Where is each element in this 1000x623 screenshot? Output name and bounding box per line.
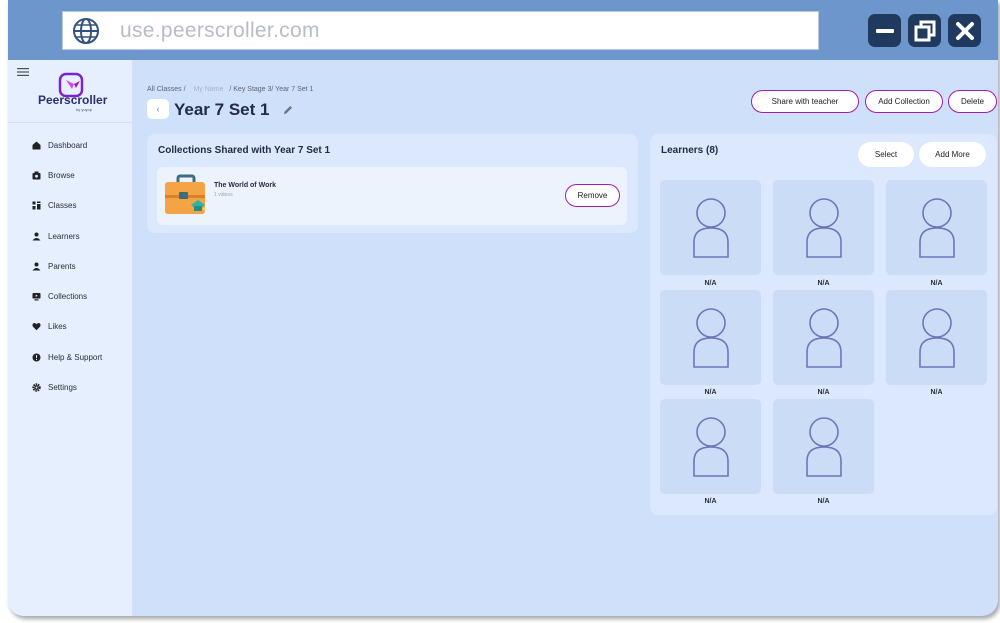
sidebar-item-label: Learners xyxy=(48,231,80,241)
breadcrumb-current: / Key Stage 3/ Year 7 Set 1 xyxy=(229,86,314,93)
learner-name: N/A xyxy=(817,498,830,505)
minimize-button[interactable] xyxy=(868,14,901,47)
person-icon xyxy=(805,307,842,368)
url-text: use.peerscroller.com xyxy=(120,18,320,42)
person-icon xyxy=(692,307,729,368)
restore-icon xyxy=(914,20,935,41)
learner-card[interactable] xyxy=(773,399,874,494)
address-bar[interactable]: use.peerscroller.com xyxy=(62,11,819,50)
learner-name: N/A xyxy=(930,389,943,396)
collection-name: The World of Work xyxy=(214,182,276,189)
heart-icon xyxy=(32,323,41,331)
briefcase-icon xyxy=(165,174,206,214)
learner-name: N/A xyxy=(817,389,830,396)
sidebar-item-label: Help & Support xyxy=(48,352,103,362)
learners-panel-title: Learners (8) xyxy=(661,145,719,156)
breadcrumb-all-classes[interactable]: All Classes / xyxy=(147,86,186,93)
minimize-icon xyxy=(875,28,894,33)
globe-icon xyxy=(73,17,99,44)
pencil-edit-icon[interactable] xyxy=(282,104,294,116)
sidebar-item-browse[interactable]: Browse xyxy=(32,160,102,190)
sidebar-divider xyxy=(8,122,133,123)
breadcrumb: All Classes / My Name / Key Stage 3/ Yea… xyxy=(147,86,313,93)
person-icon xyxy=(805,416,842,477)
learner-card[interactable] xyxy=(886,180,987,275)
classes-icon xyxy=(32,201,41,210)
sidebar: Peerscroller by yoyop Dashboard Browse C… xyxy=(8,60,133,616)
learner-card[interactable] xyxy=(660,180,761,275)
sidebar-item-learners[interactable]: Learners xyxy=(32,221,102,251)
person-icon xyxy=(918,307,955,368)
sidebar-item-label: Settings xyxy=(48,383,77,393)
brand-name: Peerscroller xyxy=(38,93,108,107)
learner-card[interactable] xyxy=(660,290,761,385)
person-icon xyxy=(692,416,729,477)
sidebar-nav: Dashboard Browse Classes Learners Parent… xyxy=(32,130,102,403)
chevron-left-icon: ‹ xyxy=(156,104,160,114)
browse-icon xyxy=(32,171,41,180)
collection-video-count: 1 videos xyxy=(214,192,233,198)
sidebar-item-parents[interactable]: Parents xyxy=(32,251,102,281)
browser-chrome: use.peerscroller.com xyxy=(8,0,998,60)
sidebar-item-label: Browse xyxy=(48,170,75,180)
close-button[interactable] xyxy=(948,14,981,47)
learner-name: N/A xyxy=(704,498,717,505)
home-icon xyxy=(32,141,41,150)
person-icon xyxy=(805,197,842,258)
restore-button[interactable] xyxy=(908,14,941,47)
page-title: Year 7 Set 1 xyxy=(174,100,270,119)
share-with-teacher-button[interactable]: Share with teacher xyxy=(751,90,859,113)
sidebar-item-label: Classes xyxy=(48,201,77,211)
learner-card[interactable] xyxy=(773,180,874,275)
sidebar-item-label: Likes xyxy=(48,322,67,332)
person-icon xyxy=(692,197,729,258)
sidebar-item-help-support[interactable]: Help & Support xyxy=(32,342,102,372)
back-button[interactable]: ‹ xyxy=(147,99,169,119)
sidebar-item-label: Dashboard xyxy=(48,140,88,150)
learner-card[interactable] xyxy=(660,399,761,494)
collections-icon xyxy=(32,293,41,301)
remove-collection-button[interactable]: Remove xyxy=(565,184,620,207)
sidebar-item-dashboard[interactable]: Dashboard xyxy=(32,130,102,160)
sidebar-item-settings[interactable]: Settings xyxy=(32,372,102,402)
sidebar-item-label: Parents xyxy=(48,261,76,271)
learners-icon xyxy=(32,232,41,241)
hamburger-menu-icon[interactable] xyxy=(17,68,29,76)
add-more-button[interactable]: Add More xyxy=(919,142,986,167)
learner-name: N/A xyxy=(930,280,943,287)
sidebar-item-likes[interactable]: Likes xyxy=(32,312,102,342)
parents-icon xyxy=(32,262,41,271)
brand-subtitle: by yoyop xyxy=(76,107,93,112)
learner-name: N/A xyxy=(817,280,830,287)
sidebar-item-classes[interactable]: Classes xyxy=(32,191,102,221)
close-icon xyxy=(955,21,974,40)
collections-panel-title: Collections Shared with Year 7 Set 1 xyxy=(158,145,331,156)
breadcrumb-my-name[interactable]: My Name xyxy=(193,86,223,93)
gear-icon xyxy=(32,383,41,392)
sidebar-item-label: Collections xyxy=(48,292,88,302)
collection-card[interactable]: The World of Work 1 videos Remove xyxy=(157,167,627,225)
learner-card[interactable] xyxy=(886,290,987,385)
browser-window: use.peerscroller.com Peerscroller by yoy… xyxy=(8,0,998,616)
delete-button[interactable]: Delete xyxy=(948,90,997,113)
learner-name: N/A xyxy=(704,280,717,287)
learner-name: N/A xyxy=(704,389,717,396)
select-button[interactable]: Select xyxy=(858,142,914,167)
help-icon xyxy=(32,353,41,362)
person-icon xyxy=(918,197,955,258)
sidebar-item-collections[interactable]: Collections xyxy=(32,281,102,311)
add-collection-button[interactable]: Add Collection xyxy=(865,90,943,113)
learner-card[interactable] xyxy=(773,290,874,385)
